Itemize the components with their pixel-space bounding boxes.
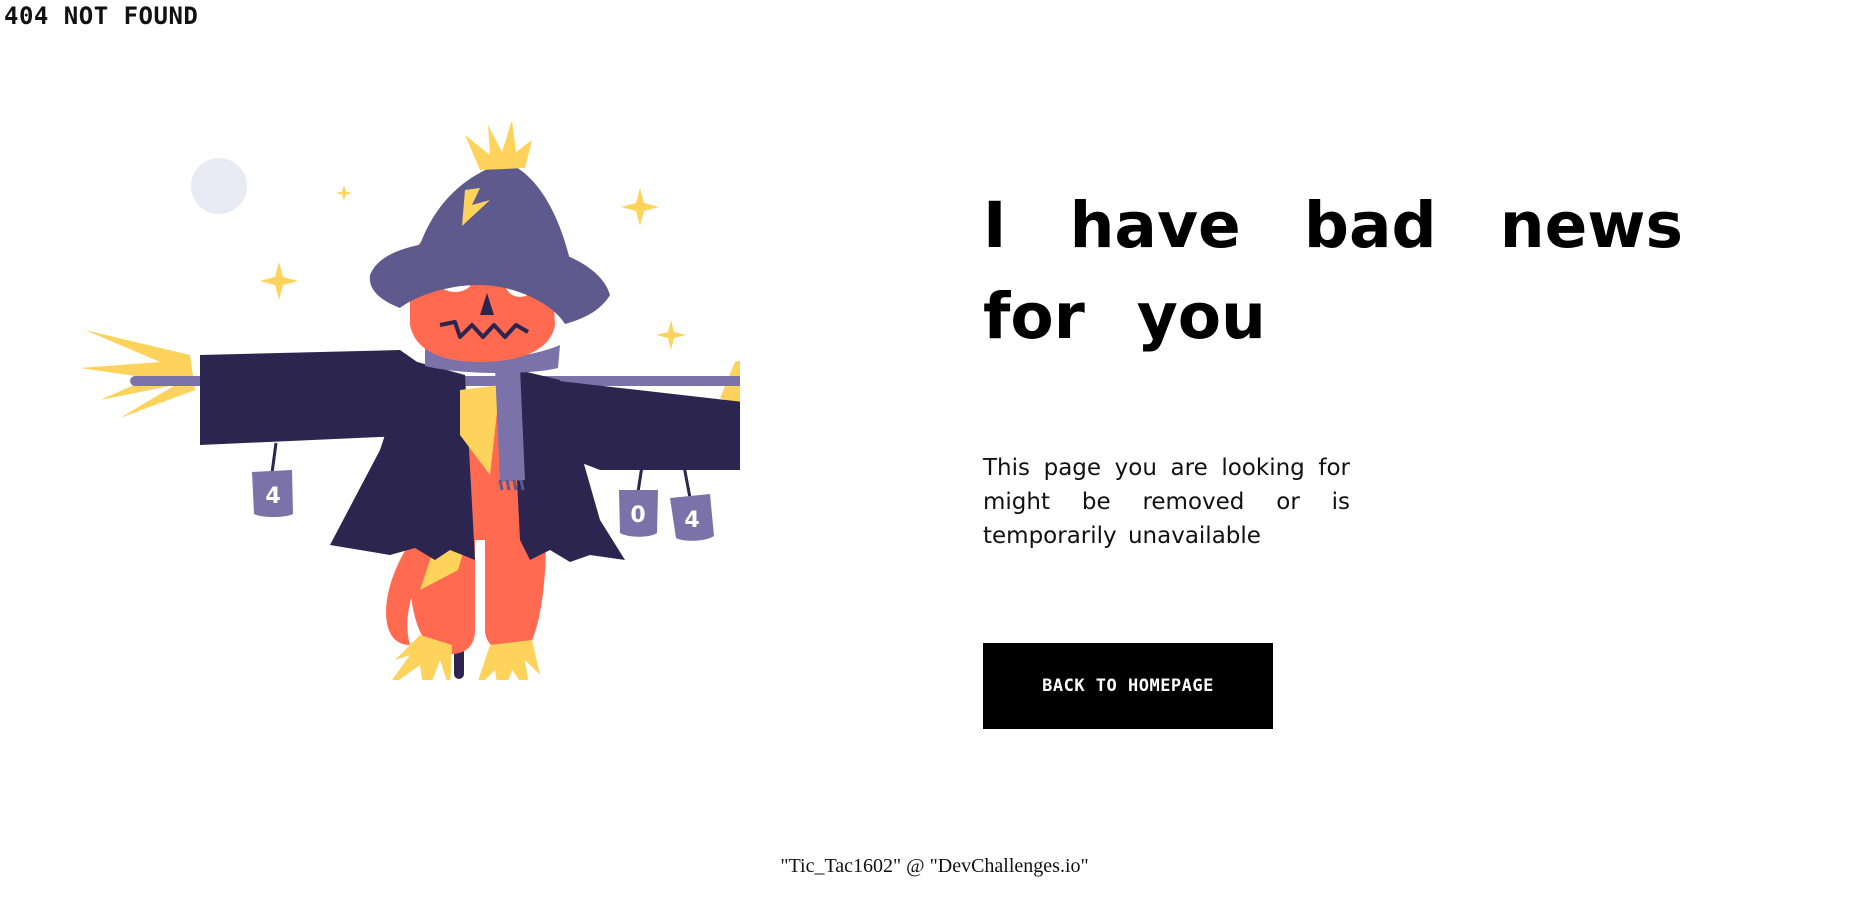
sparkle-star xyxy=(656,320,686,350)
can-0: 0 xyxy=(619,490,658,537)
right-foot-straw xyxy=(478,640,540,680)
sparkle-star xyxy=(260,262,298,300)
scarf-tail xyxy=(495,368,525,482)
hat-straw xyxy=(465,120,532,170)
back-to-homepage-button[interactable]: BACK TO HOMEPAGE xyxy=(983,643,1273,729)
left-hand-straw xyxy=(80,330,195,418)
can-4-left: 4 xyxy=(252,470,293,517)
hat-crown xyxy=(420,162,570,260)
can-label: 0 xyxy=(630,503,645,528)
page-title: 404 NOT FOUND xyxy=(4,2,199,30)
sparkle-star xyxy=(621,188,659,226)
scarecrow-illustration: 4 0 4 xyxy=(80,100,740,680)
sparkle-star xyxy=(335,184,353,202)
error-message: This page you are looking for might be r… xyxy=(983,455,1350,549)
headline: I have bad news for you xyxy=(983,189,1683,353)
can-4-right: 4 xyxy=(670,494,714,541)
can-label: 4 xyxy=(684,508,699,533)
footer-credit: "Tic_Tac1602" @ "DevChallenges.io" xyxy=(780,855,1089,877)
can-label: 4 xyxy=(265,484,280,509)
moon-circle xyxy=(191,158,247,214)
